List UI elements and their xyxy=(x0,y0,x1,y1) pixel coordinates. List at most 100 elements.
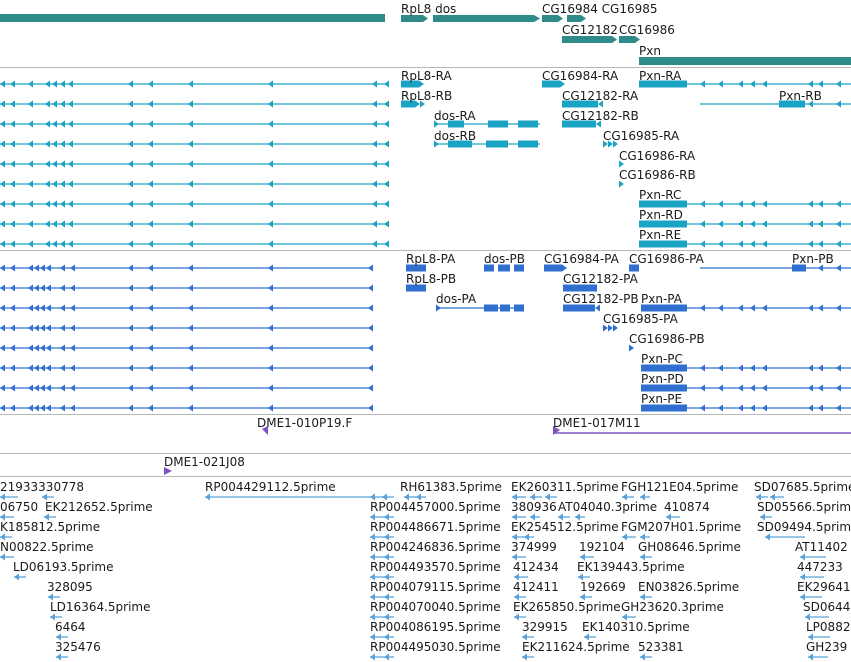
transcript-label[interactable]: Pxn-RB xyxy=(779,89,822,103)
exon-arrow xyxy=(268,220,273,228)
gene-label[interactable]: RpL8 dos xyxy=(401,2,456,16)
est-label[interactable]: EK139443.5prime xyxy=(577,560,685,574)
transcript-track: RpL8-RA RpL8-RB dos-RA dos-RB CG16984-RA… xyxy=(0,68,851,250)
est-label[interactable]: SD07685.5prime xyxy=(754,480,851,494)
gene-label[interactable]: CG16984 CG16985 xyxy=(542,2,658,16)
protein-label[interactable]: Pxn-PD xyxy=(641,372,684,386)
est-label[interactable]: 192104 xyxy=(579,540,625,554)
exon-block xyxy=(484,304,498,312)
bac-label[interactable]: DME1-021J08 xyxy=(164,455,245,469)
transcript-label[interactable]: Pxn-RA xyxy=(639,69,681,83)
est-label[interactable]: LP0882 xyxy=(806,620,850,634)
transcript-label[interactable]: Pxn-RE xyxy=(639,228,681,242)
protein-label[interactable]: Pxn-PB xyxy=(792,252,834,266)
est-label[interactable]: K185812.5prime xyxy=(0,520,100,534)
est-label[interactable]: 6464 xyxy=(55,620,86,634)
est-label[interactable]: SD09494.5prime xyxy=(757,520,851,534)
exon-arrow xyxy=(738,304,743,312)
transcript-label[interactable]: dos-RB xyxy=(434,129,476,143)
est-label[interactable]: EK254512.5prime xyxy=(511,520,619,534)
exon-arrow xyxy=(40,404,45,412)
protein-label[interactable]: CG16984-PA xyxy=(544,252,619,266)
transcript-label[interactable]: CG16985-RA xyxy=(603,129,679,143)
transcript-label[interactable]: Pxn-RC xyxy=(639,188,681,202)
transcript-label[interactable]: CG16986-RB xyxy=(619,168,696,182)
est-label[interactable]: FGM207H01.5prime xyxy=(621,520,741,534)
protein-label[interactable]: CG16986-PA xyxy=(629,252,704,266)
est-label[interactable]: RP004495030.5prime xyxy=(370,640,501,654)
protein-label[interactable]: Pxn-PE xyxy=(641,392,682,406)
est-label[interactable]: GH23620.3prime xyxy=(621,600,724,614)
exon-arrow xyxy=(10,100,15,108)
est-label[interactable]: N00822.5prime xyxy=(0,540,94,554)
est-label[interactable]: 325476 xyxy=(55,640,101,654)
protein-label[interactable]: RpL8-PA xyxy=(406,252,455,266)
est-label[interactable]: 412434 xyxy=(513,560,559,574)
exon-arrow xyxy=(34,324,39,332)
est-label[interactable]: EK260311.5prime xyxy=(511,480,619,494)
est-label[interactable]: AT11402 xyxy=(795,540,848,554)
gene-label[interactable]: Pxn xyxy=(639,44,661,58)
transcript-label[interactable]: CG16986-RA xyxy=(619,149,695,163)
protein-label[interactable]: dos-PA xyxy=(436,292,476,306)
transcript-label[interactable]: RpL8-RA xyxy=(401,69,452,83)
transcript-label[interactable]: CG12182-RA xyxy=(562,89,638,103)
exon-arrow xyxy=(68,100,73,108)
est-label[interactable]: SD0644 xyxy=(803,600,850,614)
est-label[interactable]: EK265850.5prime xyxy=(513,600,621,614)
transcript-label[interactable]: Pxn-RD xyxy=(639,208,683,222)
est-label[interactable]: RP004493570.5prime xyxy=(370,560,501,574)
protein-label[interactable]: Pxn-PA xyxy=(641,292,682,306)
est-label[interactable]: AT04040.3prime xyxy=(558,500,657,514)
bac-label[interactable]: DME1-010P19.F xyxy=(257,416,352,430)
est-label[interactable]: RP004246836.5prime xyxy=(370,540,501,554)
est-label[interactable]: GH08646.5prime xyxy=(638,540,741,554)
est-label[interactable]: 329915 xyxy=(522,620,568,634)
protein-label[interactable]: CG16986-PB xyxy=(629,332,705,346)
est-label[interactable]: FGH121E04.5prime xyxy=(621,480,738,494)
protein-label[interactable]: dos-PB xyxy=(484,252,525,266)
protein-label[interactable]: RpL8-PB xyxy=(406,272,456,286)
transcript-label[interactable]: CG12182-RB xyxy=(562,109,639,123)
protein-label[interactable]: CG12182-PB xyxy=(563,292,639,306)
est-label[interactable]: 328095 xyxy=(47,580,93,594)
gene-bar xyxy=(0,14,385,22)
exon-arrow xyxy=(738,364,743,372)
est-label[interactable]: EK212652.5prime xyxy=(45,500,153,514)
est-label[interactable]: 374999 xyxy=(511,540,557,554)
bac-label[interactable]: DME1-017M11 xyxy=(553,416,641,430)
est-label[interactable]: LD16364.5prime xyxy=(50,600,151,614)
protein-label[interactable]: CG16985-PA xyxy=(603,312,678,326)
est-label[interactable]: 192669 xyxy=(580,580,626,594)
gene-label[interactable]: CG12182 xyxy=(562,23,618,37)
est-label[interactable]: GH239 xyxy=(806,640,847,654)
est-label[interactable]: SD05566.5prime xyxy=(757,500,851,514)
transcript-label[interactable]: RpL8-RB xyxy=(401,89,452,103)
protein-label[interactable]: Pxn-PC xyxy=(641,352,683,366)
est-label[interactable]: RH61383.5prime xyxy=(400,480,502,494)
est-label[interactable]: EK211624.5prime xyxy=(522,640,630,654)
est-label[interactable]: RP004079115.5prime xyxy=(370,580,501,594)
est-label[interactable]: RP004070040.5prime xyxy=(370,600,501,614)
est-label[interactable]: RP004457000.5prime xyxy=(370,500,501,514)
est-label[interactable]: 410874 xyxy=(664,500,710,514)
est-label[interactable]: EK140310.5prime xyxy=(582,620,690,634)
est-label[interactable]: RP004486671.5prime xyxy=(370,520,501,534)
transcript-label[interactable]: dos-RA xyxy=(434,109,476,123)
est-label[interactable]: RP004429112.5prime xyxy=(205,480,336,494)
est-label[interactable]: 380936 xyxy=(511,500,557,514)
est-label[interactable]: EK29641 xyxy=(797,580,851,594)
est-label[interactable]: 06750 xyxy=(0,500,38,514)
est-label[interactable]: 447233 xyxy=(797,560,843,574)
est-label[interactable]: 412411 xyxy=(513,580,559,594)
protein-label[interactable]: CG12182-PA xyxy=(563,272,638,286)
exon-arrow xyxy=(384,160,389,168)
exon-arrow xyxy=(700,364,705,372)
est-label[interactable]: RP004086195.5prime xyxy=(370,620,501,634)
transcript-label[interactable]: CG16984-RA xyxy=(542,69,618,83)
est-label[interactable]: 21933330778 xyxy=(0,480,84,494)
est-label[interactable]: LD06193.5prime xyxy=(13,560,114,574)
gene-label[interactable]: CG16986 xyxy=(619,23,675,37)
est-label[interactable]: EN03826.5prime xyxy=(638,580,739,594)
est-label[interactable]: 523381 xyxy=(638,640,684,654)
